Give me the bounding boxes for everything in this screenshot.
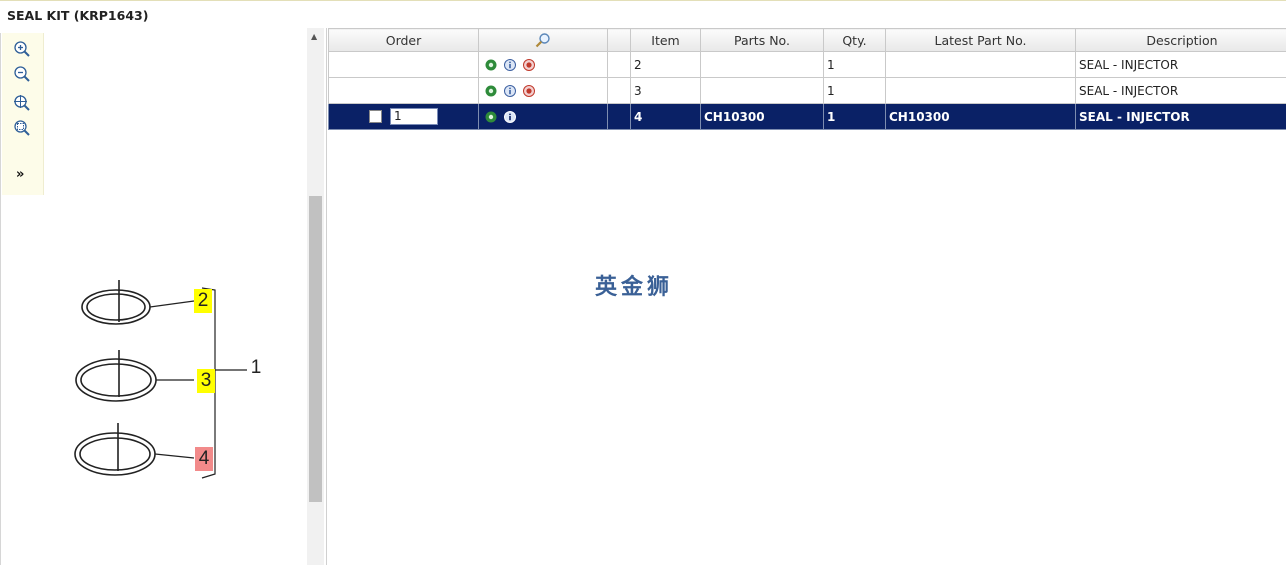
callout-4[interactable]: 4 (195, 447, 213, 471)
description-cell: SEAL - INJECTOR (1075, 51, 1286, 78)
col-description-header[interactable]: Description (1075, 28, 1286, 52)
col-parts-no-header[interactable]: Parts No. (700, 28, 824, 52)
item-cell: 4 (630, 103, 701, 130)
callout-2[interactable]: 2 (194, 289, 212, 313)
qty-cell: 1 (823, 103, 886, 130)
description-cell: SEAL - INJECTOR (1075, 103, 1286, 130)
parts-illustration: 2 3 1 4 (60, 260, 300, 490)
top-border (0, 0, 1286, 1)
parts-no-cell (700, 77, 824, 104)
page-title: SEAL KIT (KRP1643) (7, 8, 149, 23)
gear-icon[interactable] (485, 59, 497, 71)
parts-no-cell: CH10300 (700, 103, 824, 130)
zoom-out-icon[interactable] (13, 65, 31, 83)
action-icons-cell (478, 51, 608, 78)
table-row-selected[interactable]: 4 CH10300 1 CH10300 SEAL - INJECTOR (328, 103, 1286, 130)
col-item-header[interactable]: Item (630, 28, 701, 52)
zoom-fit-icon[interactable] (13, 94, 31, 112)
order-checkbox[interactable] (369, 109, 382, 123)
blank-cell (607, 103, 631, 130)
table-header-row: Order Item Parts No. Qty. Latest Part No… (328, 28, 1286, 52)
parts-table: Order Item Parts No. Qty. Latest Part No… (328, 28, 1286, 130)
info-icon[interactable] (504, 84, 516, 97)
parts-grid-panel: Order Item Parts No. Qty. Latest Part No… (326, 28, 1286, 565)
action-icons-cell (478, 77, 608, 104)
qty-cell: 1 (823, 51, 886, 78)
order-cell (328, 77, 479, 104)
gear-icon[interactable] (485, 111, 497, 123)
left-border (0, 33, 1, 565)
latest-part-no-cell: CH10300 (885, 103, 1076, 130)
expand-panel-button[interactable]: » (16, 167, 30, 183)
zoom-toolbar: » (2, 33, 44, 195)
order-cell (328, 51, 479, 78)
illustration-scrollbar[interactable]: ▲ (307, 28, 324, 565)
order-quantity-input[interactable] (390, 107, 438, 125)
action-icons-cell (478, 103, 608, 130)
item-cell: 2 (630, 51, 701, 78)
col-blank-header (607, 28, 631, 52)
table-row[interactable]: 3 1 SEAL - INJECTOR (328, 77, 1286, 104)
info-icon[interactable] (504, 110, 516, 123)
scroll-thumb[interactable] (309, 196, 322, 502)
scroll-up-arrow-icon[interactable]: ▲ (311, 32, 317, 41)
zoom-in-icon[interactable] (13, 40, 31, 58)
col-search-header[interactable] (478, 28, 608, 52)
gear-icon[interactable] (485, 85, 497, 97)
watermark-text: 英金狮 (595, 275, 674, 300)
search-icon[interactable] (535, 32, 551, 48)
col-order-header[interactable]: Order (328, 28, 479, 52)
col-qty-header[interactable]: Qty. (823, 28, 886, 52)
callout-3[interactable]: 3 (197, 369, 215, 393)
info-icon[interactable] (504, 58, 516, 71)
order-cell (328, 103, 479, 130)
zoom-area-icon[interactable] (13, 119, 31, 137)
blank-cell (607, 51, 631, 78)
table-row[interactable]: 2 1 SEAL - INJECTOR (328, 51, 1286, 78)
supersession-icon[interactable] (523, 58, 535, 71)
item-cell: 3 (630, 77, 701, 104)
supersession-icon[interactable] (523, 84, 535, 97)
qty-cell: 1 (823, 77, 886, 104)
parts-no-cell (700, 51, 824, 78)
description-cell: SEAL - INJECTOR (1075, 77, 1286, 104)
blank-cell (607, 77, 631, 104)
latest-part-no-cell (885, 77, 1076, 104)
latest-part-no-cell (885, 51, 1076, 78)
callout-1[interactable]: 1 (247, 356, 265, 380)
col-latest-part-no-header[interactable]: Latest Part No. (885, 28, 1076, 52)
